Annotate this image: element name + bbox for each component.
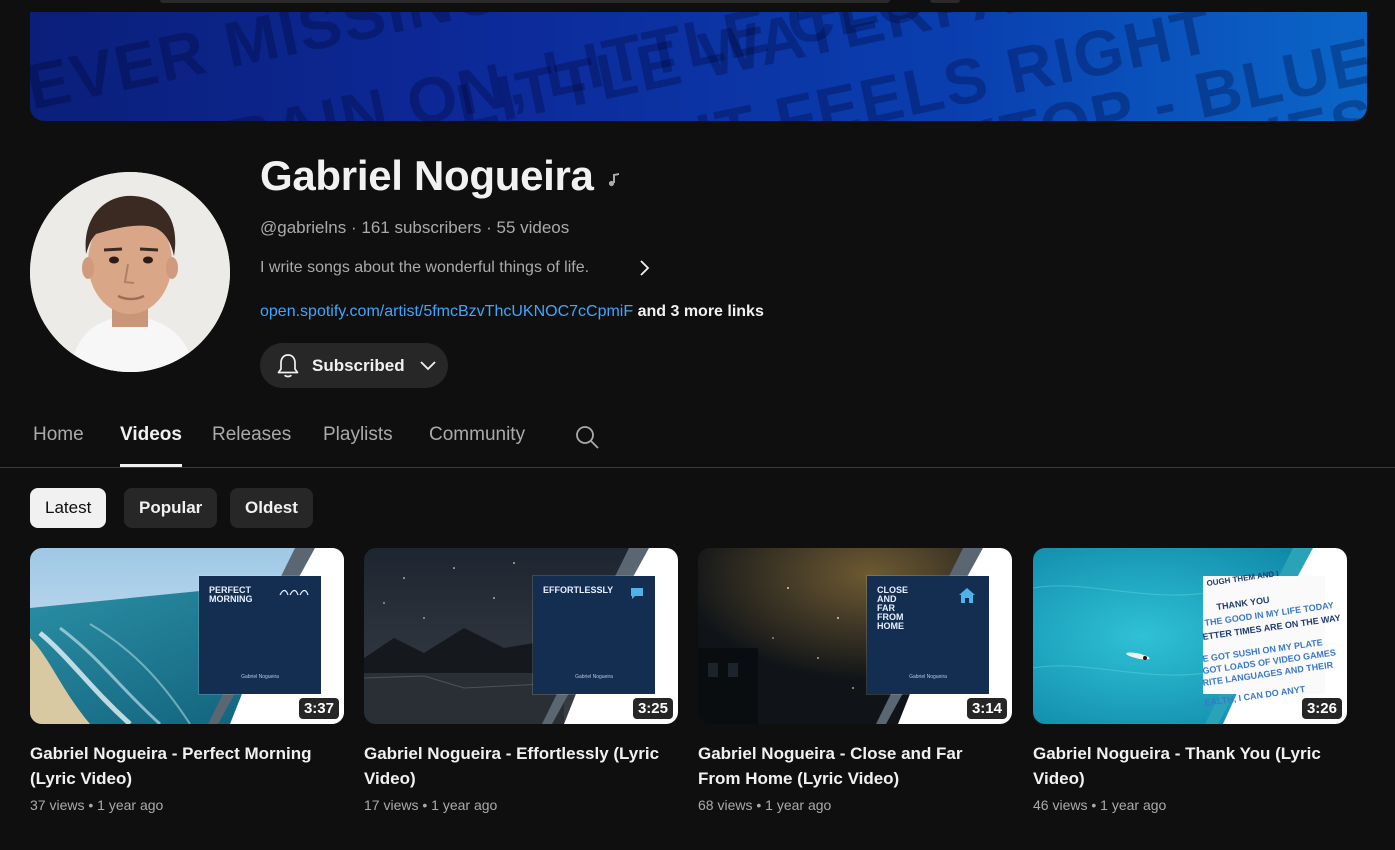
video-thumbnail[interactable]: EFFORTLESSLY Gabriel Nogueira 3:25 [364, 548, 678, 724]
upload-age: 1 year ago [431, 797, 498, 813]
meta-separator: · [481, 218, 497, 237]
subscriber-count: 161 subscribers [361, 218, 482, 237]
video-duration: 3:14 [966, 698, 1007, 719]
album-title: EFFORTLESSLY [543, 585, 614, 595]
video-title[interactable]: Gabriel Nogueira - Close and Far From Ho… [698, 741, 998, 791]
chip-latest[interactable]: Latest [30, 488, 107, 528]
chip-popular[interactable]: Popular [124, 488, 218, 528]
search-bar-edge [160, 0, 890, 3]
meta-separator: • [752, 797, 766, 813]
video-thumbnail[interactable]: OUGH THEM AND I THANK YOU THE GOOD IN MY… [1033, 548, 1347, 724]
video-card: CLOSE AND FAR FROM HOME Gabriel Nogueira… [698, 548, 1012, 813]
channel-meta: @gabrielns · 161 subscribers · 55 videos [260, 218, 569, 238]
meta-separator: • [84, 797, 98, 813]
upload-age: 1 year ago [1100, 797, 1167, 813]
album-cover: CLOSE AND FAR FROM HOME Gabriel Nogueira [867, 576, 989, 694]
video-meta: 46 views • 1 year ago [1033, 797, 1347, 813]
album-artist: Gabriel Nogueira [241, 674, 279, 680]
video-title[interactable]: Gabriel Nogueira - Effortlessly (Lyric V… [364, 741, 664, 791]
video-card: PERFECT MORNING Gabriel Nogueira 3:37 Ga… [30, 548, 344, 813]
view-count: 68 views [698, 797, 753, 813]
view-count: 17 views [364, 797, 419, 813]
video-meta: 17 views • 1 year ago [364, 797, 678, 813]
channel-description[interactable]: I write songs about the wonderful things… [260, 259, 589, 277]
waves-icon [279, 589, 309, 596]
tab-releases[interactable]: Releases [212, 424, 291, 446]
bell-icon [277, 353, 299, 377]
video-duration: 3:25 [632, 698, 673, 719]
upload-age: 1 year ago [765, 797, 832, 813]
view-count: 37 views [30, 797, 85, 813]
channel-name: Gabriel Nogueira [260, 152, 594, 199]
more-links-button[interactable]: and 3 more links [633, 303, 764, 320]
subscribed-label: Subscribed [312, 355, 405, 375]
chevron-down-icon [419, 360, 436, 370]
video-meta: 68 views • 1 year ago [698, 797, 1012, 813]
album-artist: Gabriel Nogueira [575, 674, 613, 680]
upload-age: 1 year ago [97, 797, 164, 813]
meta-separator: • [1087, 797, 1101, 813]
video-meta: 37 views • 1 year ago [30, 797, 344, 813]
home-icon [959, 588, 975, 603]
search-icon[interactable] [574, 424, 600, 450]
tab-playlists[interactable]: Playlists [323, 424, 393, 446]
tab-community[interactable]: Community [429, 424, 525, 446]
mic-button-edge [930, 0, 960, 3]
tabs-divider [0, 467, 1395, 468]
video-title[interactable]: Gabriel Nogueira - Perfect Morning (Lyri… [30, 741, 330, 791]
album-title: CLOSE AND FAR FROM HOME [877, 585, 909, 631]
chip-oldest[interactable]: Oldest [230, 488, 313, 528]
album-artist: Gabriel Nogueira [909, 674, 947, 680]
video-count: 55 videos [496, 218, 570, 237]
music-note-icon [608, 173, 619, 187]
album-cover: PERFECT MORNING Gabriel Nogueira [199, 576, 321, 694]
album-title: PERFECT MORNING [209, 585, 253, 604]
meta-separator: · [346, 218, 362, 237]
channel-avatar[interactable] [30, 172, 230, 372]
video-title[interactable]: Gabriel Nogueira - Thank You (Lyric Vide… [1033, 741, 1333, 791]
album-cover: EFFORTLESSLY Gabriel Nogueira [533, 576, 655, 694]
meta-separator: • [418, 797, 432, 813]
spotify-link[interactable]: open.spotify.com/artist/5fmcBzvThcUKNOC7… [260, 303, 633, 320]
tab-home[interactable]: Home [33, 424, 84, 446]
chat-bubble-icon [631, 588, 643, 599]
video-duration: 3:26 [1301, 698, 1342, 719]
chevron-right-icon[interactable] [638, 258, 652, 278]
video-thumbnail[interactable]: CLOSE AND FAR FROM HOME Gabriel Nogueira… [698, 548, 1012, 724]
video-card: EFFORTLESSLY Gabriel Nogueira 3:25 Gabri… [364, 548, 678, 813]
view-count: 46 views [1033, 797, 1088, 813]
video-thumbnail[interactable]: PERFECT MORNING Gabriel Nogueira 3:37 [30, 548, 344, 724]
video-duration: 3:37 [298, 698, 339, 719]
channel-links: open.spotify.com/artist/5fmcBzvThcUKNOC7… [260, 303, 764, 321]
channel-handle: @gabrielns [260, 218, 347, 237]
video-card: OUGH THEM AND I THANK YOU THE GOOD IN MY… [1033, 548, 1347, 813]
channel-banner: EVER MISSING RAIN ON, LITTLE CLOUD LITTL… [30, 12, 1367, 121]
subscribed-button[interactable]: Subscribed [260, 343, 448, 388]
tab-videos[interactable]: Videos [120, 424, 182, 446]
